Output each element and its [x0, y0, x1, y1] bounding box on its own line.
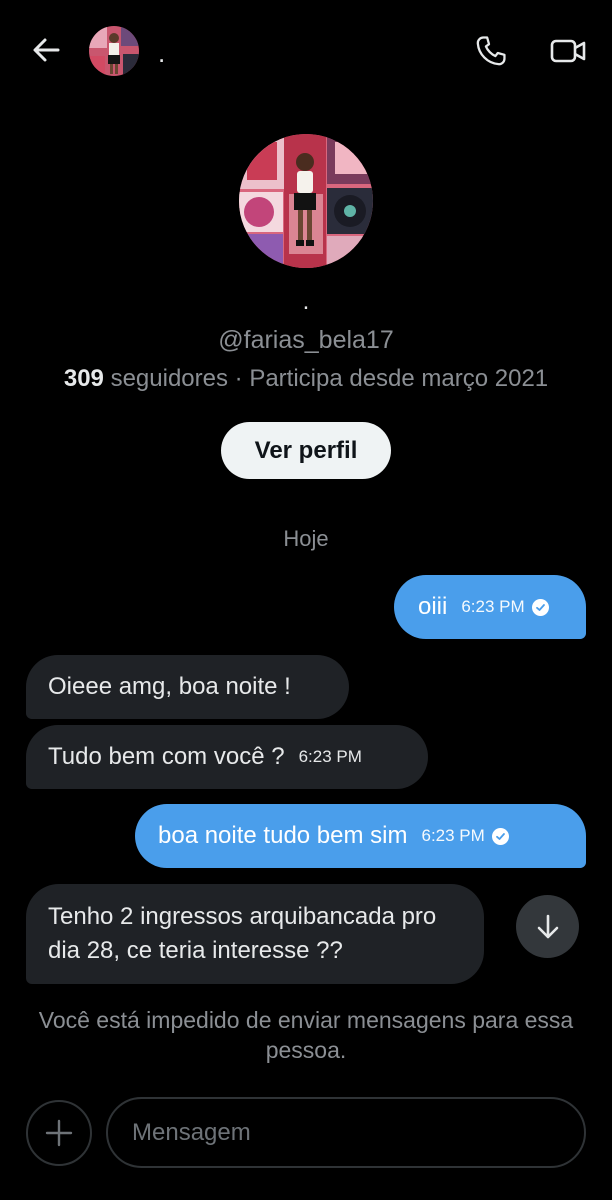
scroll-to-bottom-button[interactable]: [516, 895, 579, 958]
message-text: oiii: [418, 593, 448, 620]
joined-date: · Participa desde março 2021: [234, 365, 549, 392]
video-call-button[interactable]: [546, 30, 590, 72]
message-text: Oieee amg, boa noite !: [48, 673, 291, 700]
message-bubble-outgoing[interactable]: oiii 6:23 PM: [394, 575, 586, 639]
profile-photo-icon: [239, 134, 373, 268]
header-name[interactable]: .: [158, 40, 165, 66]
read-check-icon: [491, 827, 509, 845]
profile-handle: @farias_bela17: [218, 326, 394, 354]
message-text: Tudo bem com você ?: [48, 743, 285, 770]
message-bubble-incoming[interactable]: Tudo bem com você ? 6:23 PM: [26, 725, 428, 789]
message-bubble-incoming[interactable]: Tenho 2 ingressos arquibancada pro dia 2…: [26, 884, 484, 984]
followers-count: 309: [63, 365, 104, 392]
message-time: 6:23 PM: [461, 597, 525, 616]
view-profile-button[interactable]: Ver perfil: [221, 422, 391, 479]
plus-icon: [45, 1119, 73, 1147]
message-bubble-outgoing[interactable]: boa noite tudo bem sim 6:23 PM: [135, 804, 586, 868]
profile-name: .: [302, 288, 310, 315]
video-camera-icon: [550, 39, 586, 63]
call-button[interactable]: [470, 30, 512, 72]
message-bubble-incoming[interactable]: Oieee amg, boa noite !: [26, 655, 349, 719]
conversation-header: .: [0, 0, 612, 104]
arrow-left-icon: [33, 38, 60, 62]
arrow-down-icon: [537, 914, 558, 938]
back-button[interactable]: [26, 30, 66, 70]
message-time: 6:23 PM: [298, 747, 362, 766]
message-time: 6:23 PM: [421, 826, 485, 845]
avatar-photo-icon: [89, 26, 139, 76]
message-text: Tenho 2 ingressos arquibancada pro dia 2…: [48, 903, 437, 964]
avatar[interactable]: [89, 26, 139, 76]
phone-icon: [476, 36, 506, 66]
message-text: boa noite tudo bem sim: [158, 822, 408, 849]
followers-label: seguidores: [110, 365, 228, 392]
blocked-notice: Você está impedido de enviar mensagens p…: [38, 1007, 574, 1063]
date-separator: Hoje: [283, 526, 329, 551]
add-attachment-button[interactable]: [26, 1100, 92, 1166]
message-input[interactable]: [106, 1097, 586, 1168]
read-check-icon: [531, 598, 549, 616]
profile-avatar[interactable]: [239, 134, 373, 268]
profile-meta: 309 seguidores · Participa desde março 2…: [0, 365, 612, 393]
